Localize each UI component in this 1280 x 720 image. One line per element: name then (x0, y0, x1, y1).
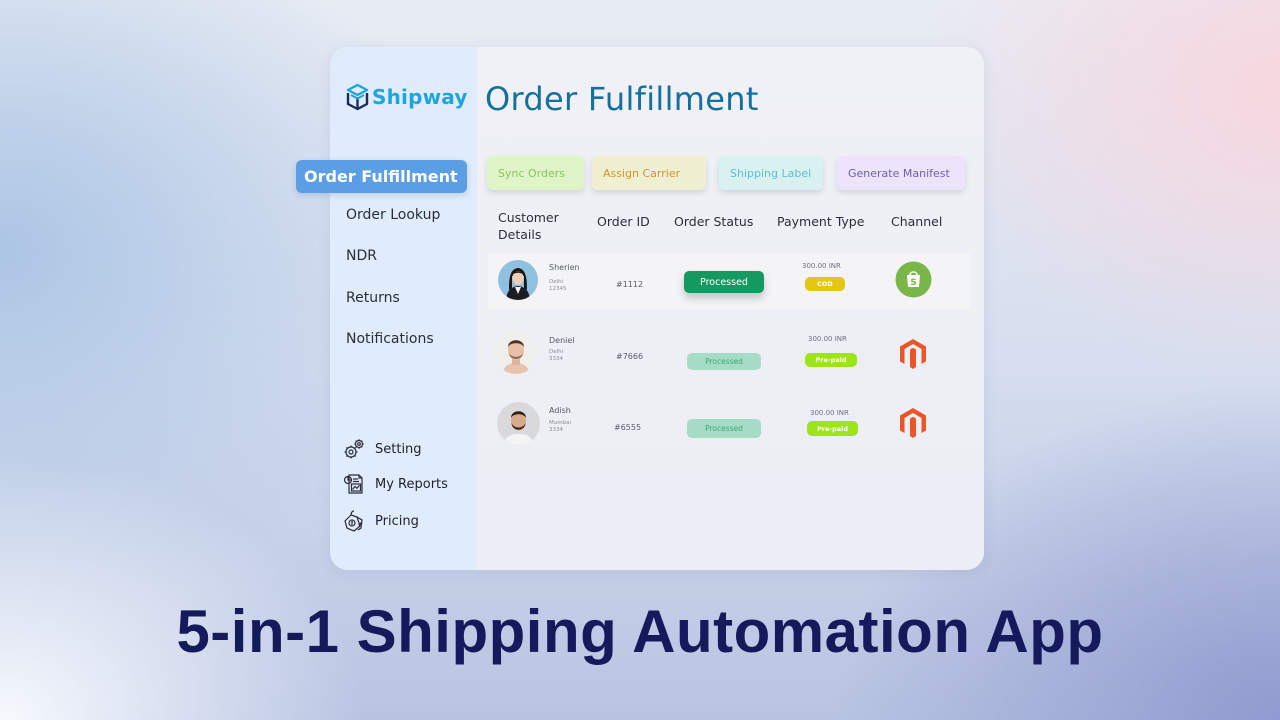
customer-pin: 3334 (549, 356, 563, 362)
price-tag-icon (344, 510, 363, 532)
customer-name: Deniel (549, 336, 575, 345)
assign-carrier-button[interactable]: Assign Carrier (592, 156, 706, 190)
column-header-order-id: Order ID (597, 214, 650, 229)
customer-city: Mumbai (549, 420, 571, 426)
my-reports-label: My Reports (375, 476, 448, 492)
customer-address: Delhi 12345 (549, 279, 567, 293)
order-amount: 300.00 INR (810, 409, 849, 417)
brand-name: Shipway (372, 85, 468, 109)
column-header-payment-type: Payment Type (777, 214, 865, 229)
customer-name: Adish (549, 406, 571, 415)
payment-badge: Pre-paid (807, 421, 858, 436)
svg-text:S: S (910, 278, 916, 288)
gears-icon (344, 439, 364, 459)
customer-address: Mumbai 3334 (549, 420, 571, 434)
magento-icon (899, 338, 927, 374)
header-line-2: Details (498, 227, 542, 242)
shipping-label-button[interactable]: Shipping Label (719, 156, 823, 190)
report-icon (343, 474, 363, 494)
sidebar-item-setting[interactable]: Setting (342, 437, 422, 461)
generate-manifest-button[interactable]: Generate Manifest (837, 156, 965, 190)
avatar (494, 330, 538, 374)
brand-logo[interactable]: Shipway (345, 83, 468, 111)
status-badge[interactable]: Processed (687, 353, 761, 370)
customer-address: Delhi 3334 (549, 349, 563, 363)
magento-icon (899, 407, 927, 443)
customer-pin: 12345 (549, 286, 567, 292)
customer-city: Delhi (549, 279, 564, 285)
payment-badge: COD (805, 277, 845, 291)
box-logo-icon (346, 83, 369, 111)
sidebar-item-order-fulfillment[interactable]: Order Fulfillment (296, 160, 467, 193)
sidebar-item-ndr[interactable]: NDR (346, 248, 377, 264)
payment-badge: Pre-paid (805, 353, 857, 367)
order-amount: 300.00 INR (802, 262, 841, 270)
customer-city: Delhi (549, 349, 564, 355)
column-header-channel: Channel (891, 214, 943, 229)
shopify-icon: S (895, 261, 932, 302)
order-id[interactable]: #1112 (616, 280, 643, 289)
customer-pin: 3334 (549, 427, 563, 433)
avatar (497, 402, 540, 445)
order-amount: 300.00 INR (808, 335, 847, 343)
order-id[interactable]: #7666 (616, 352, 643, 361)
status-badge[interactable]: Processed (684, 271, 764, 293)
header-line-1: Customer (498, 210, 559, 225)
sidebar-item-order-lookup[interactable]: Order Lookup (346, 207, 440, 223)
sidebar-item-notifications[interactable]: Notifications (346, 331, 434, 347)
column-header-customer-details: Customer Details (498, 209, 559, 243)
pricing-label: Pricing (375, 513, 419, 529)
setting-label: Setting (375, 441, 422, 457)
sidebar-item-my-reports[interactable]: My Reports (342, 472, 448, 496)
sidebar-item-pricing[interactable]: Pricing (342, 509, 419, 533)
page-title: Order Fulfillment (485, 80, 759, 118)
avatar (498, 260, 538, 300)
status-badge[interactable]: Processed (687, 419, 761, 438)
sidebar-item-returns[interactable]: Returns (346, 290, 400, 306)
order-id[interactable]: #6555 (614, 423, 641, 432)
tagline-heading: 5-in-1 Shipping Automation App (176, 598, 1104, 665)
customer-name: Sherien (549, 263, 580, 272)
column-header-order-status: Order Status (674, 214, 754, 229)
sync-orders-button[interactable]: Sync Orders (487, 156, 584, 190)
